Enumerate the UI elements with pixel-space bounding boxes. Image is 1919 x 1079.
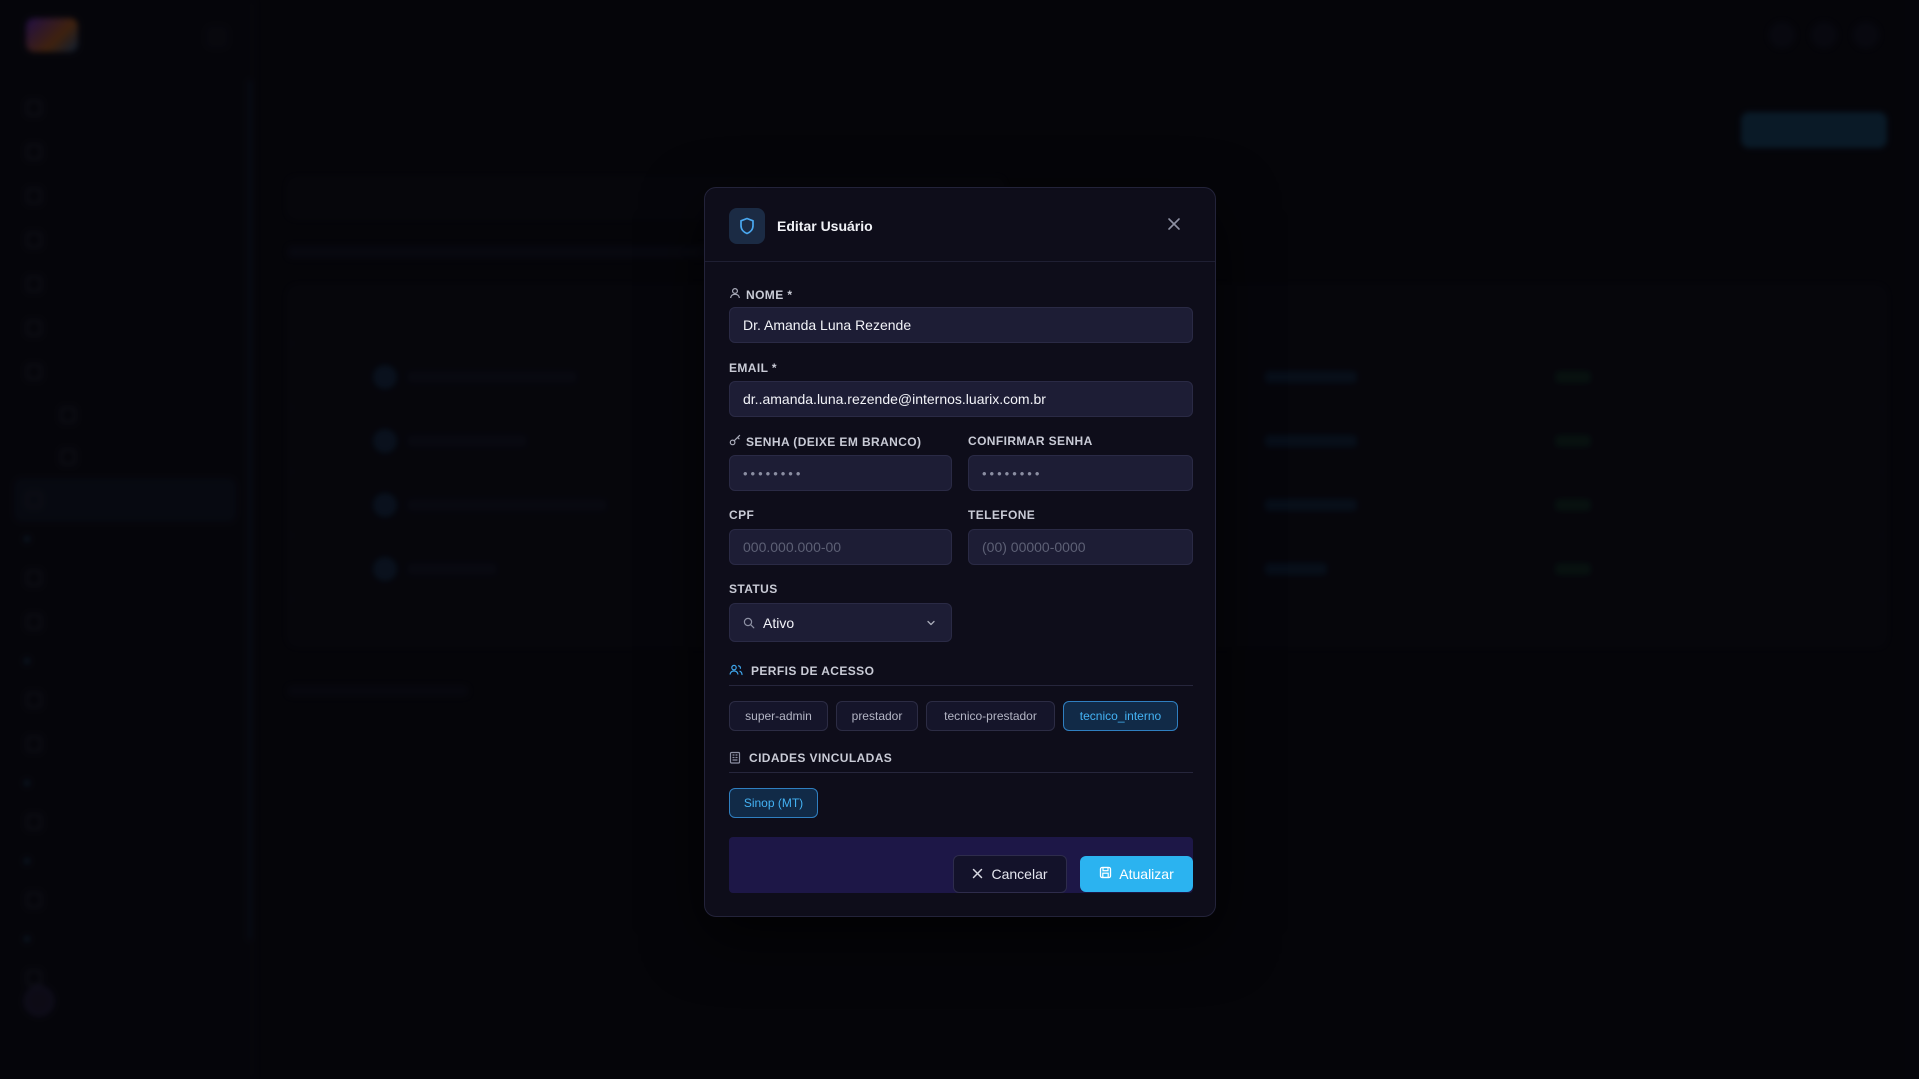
- email-input[interactable]: dr..amanda.luna.rezende@internos.luarix.…: [729, 381, 1193, 417]
- cancel-button[interactable]: Cancelar: [953, 855, 1067, 893]
- close-icon: [972, 866, 983, 882]
- edit-user-modal: Editar Usuário NOME * Dr. Amanda Luna Re…: [704, 187, 1216, 917]
- cpf-input[interactable]: 000.000.000-00: [729, 529, 952, 565]
- nome-input[interactable]: Dr. Amanda Luna Rezende: [729, 307, 1193, 343]
- save-button-label: Atualizar: [1119, 866, 1174, 882]
- telefone-input[interactable]: (00) 00000-0000: [968, 529, 1193, 565]
- key-icon: [729, 434, 741, 449]
- perfil-chip-tecnico-interno[interactable]: tecnico_interno: [1063, 701, 1178, 731]
- perfil-chip-prestador[interactable]: prestador: [836, 701, 918, 731]
- status-value: Ativo: [763, 614, 795, 631]
- chevron-down-icon: [925, 616, 937, 632]
- user-icon: [729, 287, 741, 302]
- confirmar-senha-label: CONFIRMAR SENHA: [968, 434, 1093, 448]
- modal-header: Editar Usuário: [705, 188, 1215, 262]
- nome-label: NOME *: [729, 287, 792, 302]
- perfis-section-title: PERFIS DE ACESSO: [729, 664, 1193, 686]
- telefone-label: TELEFONE: [968, 508, 1036, 522]
- senha-label-text: SENHA (DEIXE EM BRANCO): [746, 434, 922, 449]
- perfil-chip-tecnico-prestador[interactable]: tecnico-prestador: [926, 701, 1055, 731]
- status-select[interactable]: Ativo: [729, 603, 952, 642]
- cidade-chip-sinop[interactable]: Sinop (MT): [729, 788, 818, 818]
- close-icon[interactable]: [1165, 215, 1183, 233]
- senha-input[interactable]: ••••••••: [729, 455, 952, 491]
- shield-icon: [729, 208, 765, 244]
- save-icon: [1099, 866, 1112, 882]
- cpf-label: CPF: [729, 508, 755, 522]
- nome-label-text: NOME *: [746, 287, 793, 302]
- cancel-button-label: Cancelar: [991, 866, 1048, 882]
- confirmar-senha-input[interactable]: ••••••••: [968, 455, 1193, 491]
- cidades-title-text: CIDADES VINCULADAS: [749, 751, 893, 765]
- cidades-section-title: CIDADES VINCULADAS: [729, 751, 1193, 773]
- status-label: STATUS: [729, 582, 778, 596]
- perfil-chip-super-admin[interactable]: super-admin: [729, 701, 828, 731]
- modal-title: Editar Usuário: [777, 218, 873, 234]
- users-icon: [729, 664, 743, 679]
- perfis-title-text: PERFIS DE ACESSO: [751, 664, 875, 678]
- search-icon: [743, 617, 755, 629]
- senha-label: SENHA (DEIXE EM BRANCO): [729, 434, 921, 449]
- email-label: EMAIL *: [729, 361, 777, 375]
- save-button[interactable]: Atualizar: [1080, 856, 1193, 892]
- building-icon: [729, 751, 741, 767]
